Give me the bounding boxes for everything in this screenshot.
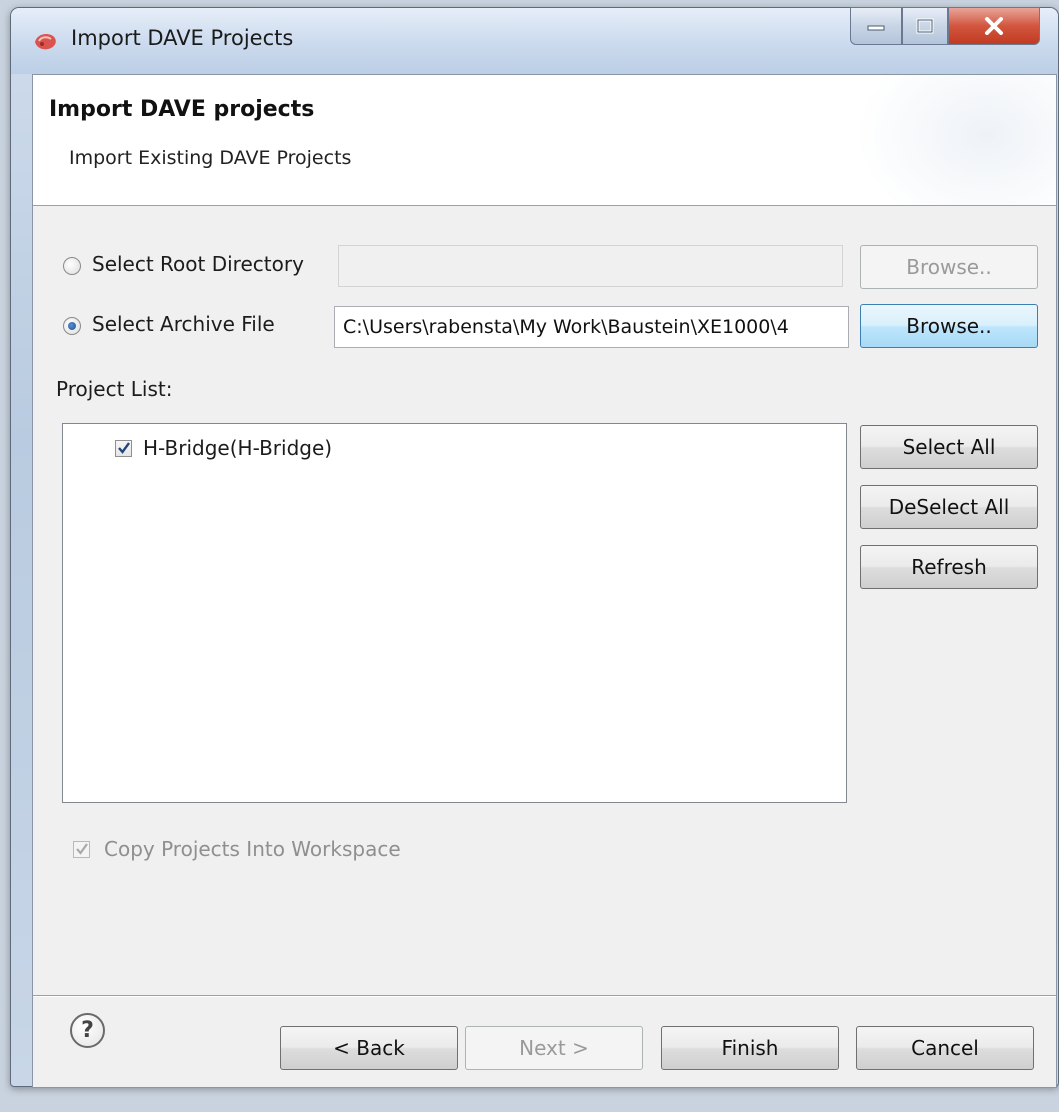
root-directory-radio[interactable]	[63, 257, 81, 275]
help-icon[interactable]: ?	[70, 1013, 105, 1048]
cancel-button[interactable]: Cancel	[856, 1026, 1034, 1070]
root-browse-button[interactable]: Browse..	[860, 245, 1038, 289]
archive-file-field[interactable]: C:\Users\rabensta\My Work\Baustein\XE100…	[334, 306, 849, 348]
deselect-all-button[interactable]: DeSelect All	[860, 485, 1038, 529]
maximize-button[interactable]	[902, 7, 948, 45]
project-list[interactable]: H-Bridge(H-Bridge)	[62, 423, 847, 803]
root-directory-field[interactable]	[338, 245, 843, 287]
dave-app-icon	[35, 34, 56, 50]
project-list-label: Project List:	[56, 377, 173, 401]
maximize-icon	[916, 18, 934, 34]
banner-decoration	[856, 75, 1056, 205]
finish-button[interactable]: Finish	[661, 1026, 839, 1070]
refresh-button[interactable]: Refresh	[860, 545, 1038, 589]
archive-file-label: Select Archive File	[92, 312, 275, 336]
title-bar[interactable]: Import DAVE Projects	[11, 7, 1058, 74]
window-title: Import DAVE Projects	[71, 26, 294, 50]
archive-browse-button[interactable]: Browse..	[860, 304, 1038, 348]
checkmark-icon	[76, 843, 88, 855]
banner-title: Import DAVE projects	[49, 97, 315, 122]
project-item-label: H-Bridge(H-Bridge)	[143, 436, 333, 460]
minimize-icon	[867, 25, 885, 31]
next-button[interactable]: Next >	[465, 1026, 643, 1070]
back-button[interactable]: < Back	[280, 1026, 458, 1070]
copy-into-workspace-checkbox[interactable]	[73, 841, 90, 858]
copy-into-workspace-label: Copy Projects Into Workspace	[104, 837, 401, 861]
close-icon	[985, 17, 1003, 35]
project-checkbox[interactable]	[115, 440, 132, 457]
wizard-banner: Import DAVE projects Import Existing DAV…	[33, 75, 1056, 206]
footer-separator	[33, 995, 1056, 997]
list-item[interactable]: H-Bridge(H-Bridge)	[115, 436, 415, 462]
close-button[interactable]	[948, 7, 1040, 45]
select-all-button[interactable]: Select All	[860, 425, 1038, 469]
archive-file-radio[interactable]	[63, 317, 81, 335]
dialog-client-area: Import DAVE projects Import Existing DAV…	[32, 74, 1057, 1088]
checkmark-icon	[118, 442, 130, 454]
import-dialog-window: Import DAVE Projects Import DAVE project…	[10, 7, 1059, 1088]
root-directory-label: Select Root Directory	[92, 252, 304, 276]
banner-subtitle: Import Existing DAVE Projects	[69, 147, 352, 169]
minimize-button[interactable]	[850, 7, 902, 45]
